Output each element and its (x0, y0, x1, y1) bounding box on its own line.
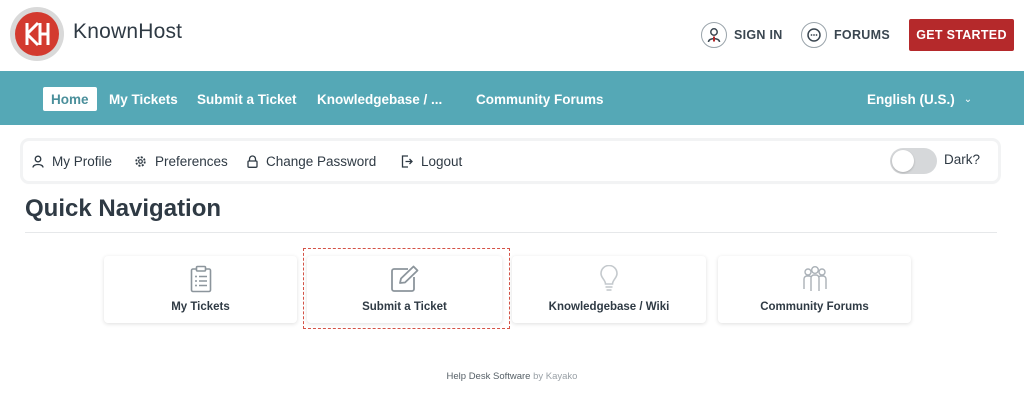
card-knowledgebase[interactable]: Knowledgebase / Wiki (512, 256, 706, 323)
card-submit-ticket[interactable]: Submit a Ticket (307, 256, 502, 323)
title-divider (25, 232, 997, 233)
card-community-forums[interactable]: Community Forums (718, 256, 911, 323)
forums-link[interactable]: FORUMS (801, 22, 890, 48)
profile-bar: My Profile Preferences Change Password L… (23, 141, 998, 181)
sign-in-label: SIGN IN (734, 28, 783, 42)
toggle-knob (892, 150, 914, 172)
sign-in-link[interactable]: SIGN IN (701, 22, 783, 48)
footer-link[interactable]: Help Desk Software (447, 371, 531, 382)
kh-logo-icon (25, 21, 50, 47)
knownhost-logo[interactable] (10, 7, 64, 61)
logout-icon (401, 154, 413, 168)
get-started-button[interactable]: GET STARTED (909, 19, 1014, 51)
card-label: Community Forums (760, 301, 869, 313)
dark-mode-toggle[interactable] (890, 148, 937, 174)
dark-mode-label: Dark? (944, 152, 981, 167)
edit-icon (390, 265, 420, 298)
clipboard-icon (190, 265, 212, 298)
user-outline-icon (32, 155, 44, 168)
change-password-link[interactable]: Change Password (247, 152, 376, 170)
gear-icon (134, 155, 147, 168)
top-header: KnownHost SIGN IN FORUMS GET STARTED (0, 0, 1024, 71)
language-selector[interactable]: English (U.S.) ⌄ (867, 87, 972, 111)
my-profile-label: My Profile (52, 153, 113, 169)
preferences-link[interactable]: Preferences (134, 152, 228, 170)
chevron-down-icon: ⌄ (963, 93, 973, 105)
people-icon (800, 265, 830, 298)
card-label: Submit a Ticket (362, 301, 447, 313)
lock-icon (247, 154, 258, 168)
nav-community-forums[interactable]: Community Forums (476, 87, 604, 111)
footer: Help Desk Software by Kayako (0, 371, 1024, 382)
page-title: Quick Navigation (25, 195, 222, 222)
lightbulb-icon (599, 264, 619, 298)
language-label: English (U.S.) (867, 91, 955, 107)
card-label: My Tickets (171, 301, 230, 313)
card-label: Knowledgebase / Wiki (548, 301, 670, 313)
logout-link[interactable]: Logout (401, 152, 462, 170)
main-navigation: Home My Tickets Submit a Ticket Knowledg… (0, 71, 1024, 125)
card-my-tickets[interactable]: My Tickets (104, 256, 297, 323)
logout-label: Logout (421, 153, 463, 169)
chat-bubble-icon (801, 22, 827, 48)
preferences-label: Preferences (155, 153, 228, 169)
my-profile-link[interactable]: My Profile (32, 152, 112, 170)
brand-name[interactable]: KnownHost (73, 20, 182, 44)
nav-my-tickets[interactable]: My Tickets (109, 87, 178, 111)
nav-submit-ticket[interactable]: Submit a Ticket (197, 87, 297, 111)
change-password-label: Change Password (266, 153, 377, 169)
forums-label: FORUMS (834, 28, 890, 42)
nav-knowledgebase[interactable]: Knowledgebase / ... (317, 87, 442, 111)
footer-by: by Kayako (533, 371, 578, 382)
user-icon (701, 22, 727, 48)
nav-home[interactable]: Home (43, 87, 97, 111)
